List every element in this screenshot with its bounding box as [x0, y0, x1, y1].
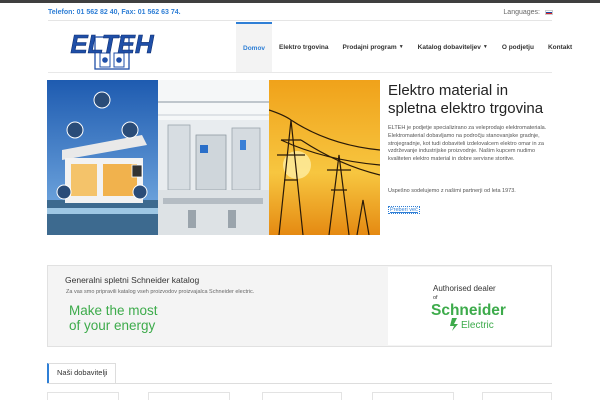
caret-down-icon: ▼ [398, 44, 404, 50]
slogan-line-2: of your energy [69, 317, 156, 333]
slovenian-flag-icon[interactable] [545, 10, 553, 15]
banner-description: Za vas smo pripravili katalog vseh proiz… [66, 289, 255, 295]
authorised-dealer-label: Authorised dealer [433, 284, 496, 293]
supplier-logo-box[interactable] [47, 392, 119, 400]
supplier-logo-box[interactable] [262, 392, 342, 400]
header-divider [48, 20, 552, 21]
nav-item-katalog-dobaviteljev[interactable]: Katalog dobaviteljev ▼ [411, 22, 495, 72]
slogan-line-1: Make the most [69, 303, 158, 318]
supplier-logo-box[interactable] [482, 392, 552, 400]
schneider-logo-text: Schneider [431, 302, 506, 319]
nav-label: O podjetju [501, 43, 534, 51]
main-nav: Domov Elektro trgovina Prodajni program ▼… [236, 22, 579, 72]
banner-title: Generalni spletni Schneider katalog [65, 275, 200, 285]
hero-title: Elektro material in spletna elektro trgo… [388, 82, 544, 117]
nav-label: Prodajni program [342, 43, 397, 51]
power-lines-image [269, 80, 380, 235]
elteh-logo[interactable]: ELTEH [62, 28, 162, 70]
top-strip [0, 0, 600, 3]
schneider-electric-logo: Schneider Electric [431, 302, 506, 331]
nav-label: Kontakt [547, 43, 573, 51]
nav-item-prodajni-program[interactable]: Prodajni program ▼ [336, 22, 411, 72]
schneider-catalog-banner[interactable]: Generalni spletni Schneider katalog Za v… [47, 265, 552, 347]
nav-item-elektro-trgovina[interactable]: Elektro trgovina [272, 22, 335, 72]
nav-label: Elektro trgovina [279, 43, 329, 51]
caret-down-icon: ▼ [482, 44, 488, 50]
hero-paragraph: ELTEH je podjetje specializirano za vele… [388, 125, 547, 163]
logo-text: ELTEH [70, 29, 155, 59]
hero-since-text: Uspešno sodelujemo z našimi partnerji od… [388, 188, 516, 194]
factory-image [158, 80, 269, 235]
nav-label: Domov [243, 44, 266, 52]
suppliers-divider [47, 383, 552, 384]
suppliers-tab[interactable]: Naši dobavitelji [47, 363, 117, 383]
languages-label: Languages: [503, 9, 540, 16]
nav-divider [48, 72, 552, 73]
electric-logo-text: Electric [461, 320, 494, 331]
banner-slogan: Make the most of your energy [69, 303, 158, 333]
nav-label: Katalog dobaviteljev [417, 43, 481, 51]
nav-item-o-podjetju[interactable]: O podjetju [495, 22, 541, 72]
smart-home-image [47, 80, 158, 235]
supplier-logo-box[interactable] [148, 392, 230, 400]
contact-phone-fax: Telefon: 01 562 82 40, Fax: 01 562 63 74… [48, 9, 181, 16]
supplier-logo-box[interactable] [372, 392, 454, 400]
read-more-link[interactable]: Preberi več [388, 206, 420, 214]
nav-item-domov[interactable]: Domov [236, 22, 273, 72]
nav-item-kontakt[interactable]: Kontakt [541, 22, 579, 72]
top-bar: Telefon: 01 562 82 40, Fax: 01 562 63 74… [48, 6, 553, 20]
authorised-dealer-box[interactable]: Authorised dealer of Schneider Electric [388, 267, 551, 345]
